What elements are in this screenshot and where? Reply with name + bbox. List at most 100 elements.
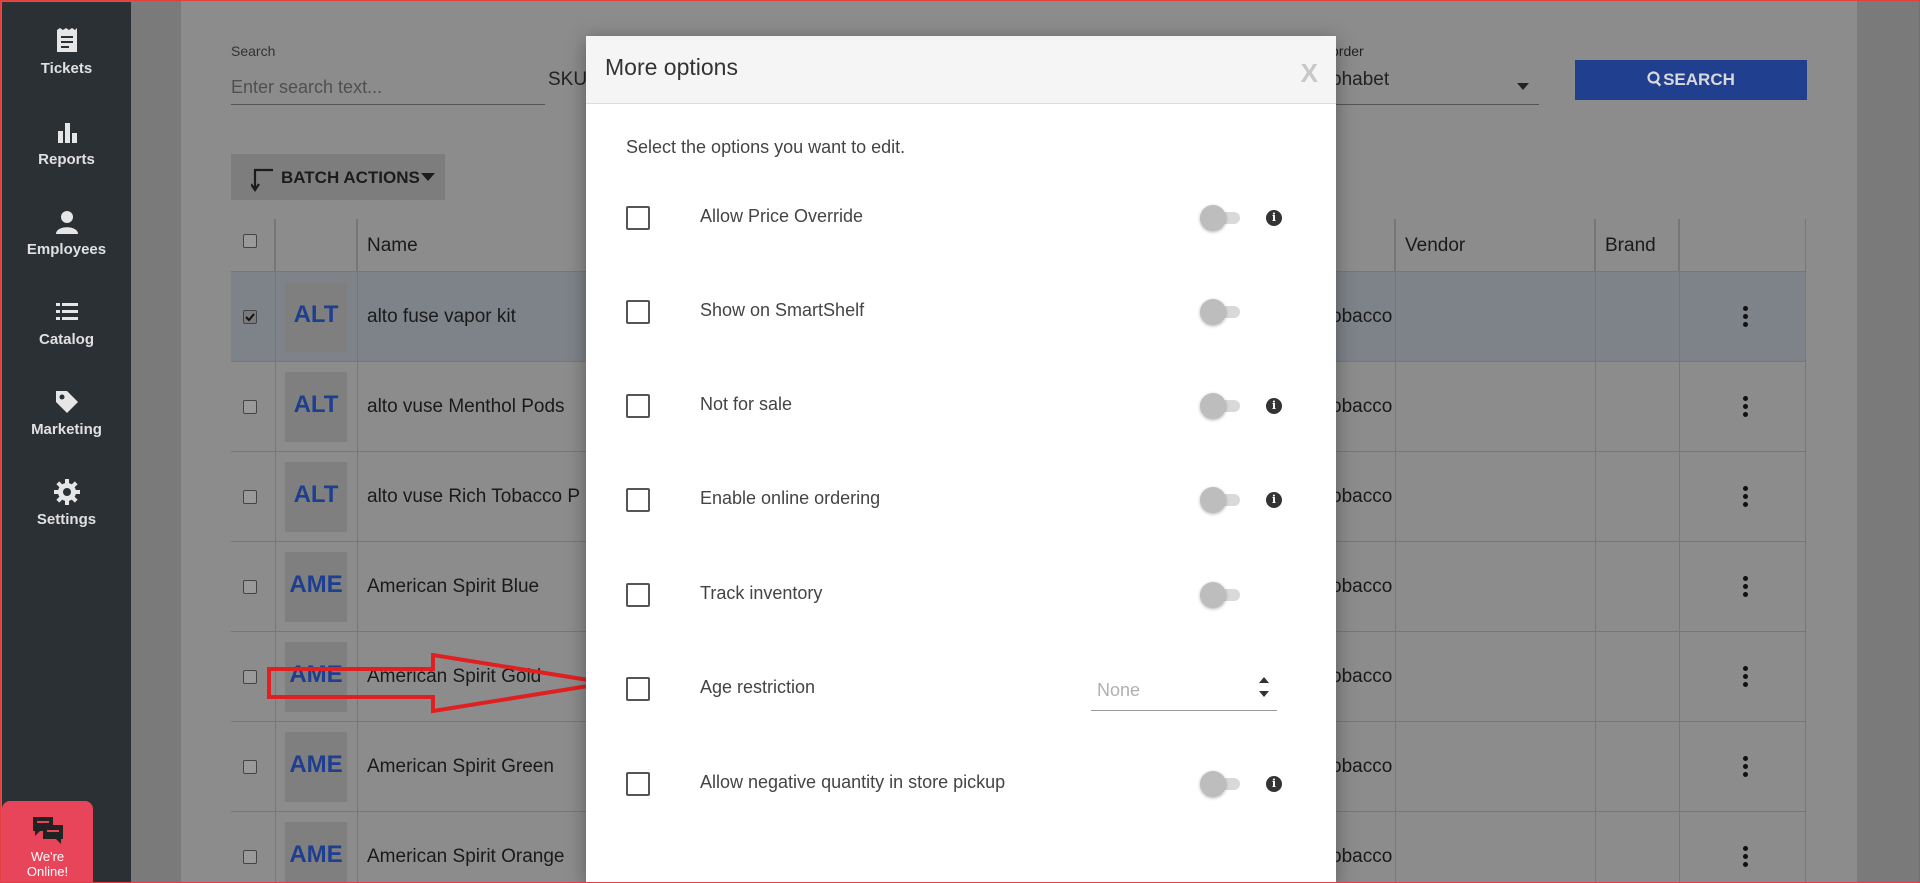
product-thumbnail: ALT — [285, 282, 347, 352]
header-brand[interactable]: Brand — [1595, 219, 1679, 272]
option-checkbox[interactable] — [626, 206, 650, 230]
column-divider — [1679, 219, 1680, 882]
option-toggle[interactable] — [1200, 487, 1244, 513]
row-checkbox[interactable] — [243, 670, 257, 684]
sidebar-item-employees[interactable]: Employees — [2, 209, 131, 289]
column-divider — [275, 219, 276, 882]
option-toggle[interactable] — [1200, 771, 1244, 797]
more-vert-icon[interactable] — [1743, 486, 1749, 510]
column-divider — [357, 219, 358, 882]
product-name[interactable]: alto vuse Menthol Pods — [367, 396, 565, 418]
product-name[interactable]: alto vuse Rich Tobacco P — [367, 486, 580, 508]
option-age-restriction: Age restriction — [586, 659, 1336, 719]
age-restriction-spinner[interactable] — [1259, 677, 1271, 697]
more-vert-icon[interactable] — [1743, 306, 1749, 330]
product-category: obacco — [1331, 306, 1393, 327]
select-all-checkbox[interactable] — [243, 234, 257, 248]
header-select-all-cell — [231, 219, 275, 272]
column-divider — [1805, 219, 1806, 882]
header-thumb-cell — [275, 219, 357, 272]
info-icon[interactable]: i — [1266, 492, 1282, 508]
sidebar-item-label: Catalog — [38, 331, 94, 348]
sidebar-item-reports[interactable]: Reports — [2, 119, 131, 199]
sidebar-item-label: Reports — [38, 151, 95, 168]
list-icon — [55, 303, 78, 320]
sidebar-item-catalog[interactable]: Catalog — [2, 299, 131, 379]
batch-actions-label: BATCH ACTIONS — [281, 168, 420, 187]
option-toggle[interactable] — [1200, 393, 1244, 419]
column-divider — [1595, 219, 1596, 882]
tag-icon — [55, 391, 78, 413]
option-enable-online-ordering: Enable online ordering i — [586, 470, 1336, 530]
more-vert-icon[interactable] — [1743, 666, 1749, 690]
option-toggle[interactable] — [1200, 205, 1244, 231]
option-checkbox[interactable] — [626, 677, 650, 701]
option-checkbox[interactable] — [626, 488, 650, 512]
option-track-inventory: Track inventory — [586, 565, 1336, 625]
row-checkbox[interactable] — [243, 310, 257, 324]
annotation-arrow — [267, 653, 608, 714]
product-category: obacco — [1331, 396, 1393, 417]
option-not-for-sale: Not for sale i — [586, 376, 1336, 436]
spinner-up-icon[interactable] — [1259, 677, 1269, 683]
info-icon[interactable]: i — [1266, 398, 1282, 414]
arrow-down-left-icon — [251, 168, 273, 192]
row-checkbox[interactable] — [243, 580, 257, 594]
product-thumbnail: AME — [285, 552, 347, 622]
row-checkbox[interactable] — [243, 490, 257, 504]
sku-filter-label[interactable]: SKU — [548, 69, 587, 91]
option-toggle[interactable] — [1200, 582, 1244, 608]
more-vert-icon[interactable] — [1743, 396, 1749, 420]
option-checkbox[interactable] — [626, 394, 650, 418]
option-checkbox[interactable] — [626, 300, 650, 324]
info-icon[interactable]: i — [1266, 210, 1282, 226]
more-vert-icon[interactable] — [1743, 576, 1749, 600]
sidebar-item-settings[interactable]: Settings — [2, 479, 131, 559]
product-thumbnail: ALT — [285, 462, 347, 532]
info-icon[interactable]: i — [1266, 776, 1282, 792]
spinner-down-icon[interactable] — [1259, 691, 1269, 697]
search-input[interactable] — [231, 71, 545, 105]
option-allow-price-override: Allow Price Override i — [586, 188, 1336, 248]
sidebar-item-tickets[interactable]: Tickets — [2, 28, 131, 108]
tickets-icon — [56, 28, 77, 52]
header-vendor-label: Vendor — [1405, 235, 1466, 256]
caret-down-icon — [421, 173, 435, 181]
sidebar-item-marketing[interactable]: Marketing — [2, 389, 131, 469]
chat-icon — [32, 817, 63, 844]
product-name[interactable]: alto fuse vapor kit — [367, 306, 516, 328]
more-options-dialog: More options X Select the options you wa… — [586, 36, 1336, 882]
option-checkbox[interactable] — [626, 583, 650, 607]
option-label: Not for sale — [700, 394, 793, 414]
sidebar-item-label: Settings — [36, 511, 97, 528]
more-vert-icon[interactable] — [1743, 846, 1749, 870]
option-checkbox[interactable] — [626, 772, 650, 796]
sidebar-item-label: Employees — [26, 241, 107, 258]
product-category: obacco — [1331, 846, 1393, 867]
dialog-title: More options — [605, 54, 738, 80]
search-button[interactable]: SEARCH — [1575, 60, 1807, 100]
row-checkbox[interactable] — [243, 850, 257, 864]
header-vendor[interactable]: Vendor — [1395, 219, 1595, 272]
close-button[interactable]: X — [1301, 58, 1318, 89]
check-icon — [245, 313, 255, 322]
sort-select[interactable]: phabet — [1331, 69, 1539, 105]
header-brand-label: Brand — [1605, 235, 1656, 256]
age-restriction-field — [1091, 669, 1277, 711]
product-name[interactable]: American Spirit Green — [367, 756, 554, 778]
live-chat-button[interactable]: We're Online! — [2, 801, 93, 882]
product-name[interactable]: American Spirit Blue — [367, 576, 539, 598]
age-restriction-input[interactable] — [1097, 675, 1237, 705]
page-gutter — [131, 1, 181, 882]
option-label: Show on SmartShelf — [700, 300, 865, 320]
batch-actions-button[interactable]: BATCH ACTIONS — [231, 154, 445, 200]
option-show-on-smartshelf: Show on SmartShelf — [586, 282, 1336, 342]
more-vert-icon[interactable] — [1743, 756, 1749, 780]
option-toggle[interactable] — [1200, 299, 1244, 325]
product-category: obacco — [1331, 576, 1393, 597]
product-category: obacco — [1331, 486, 1393, 507]
row-checkbox[interactable] — [243, 760, 257, 774]
product-category: obacco — [1331, 666, 1393, 687]
product-name[interactable]: American Spirit Orange — [367, 846, 564, 868]
row-checkbox[interactable] — [243, 400, 257, 414]
